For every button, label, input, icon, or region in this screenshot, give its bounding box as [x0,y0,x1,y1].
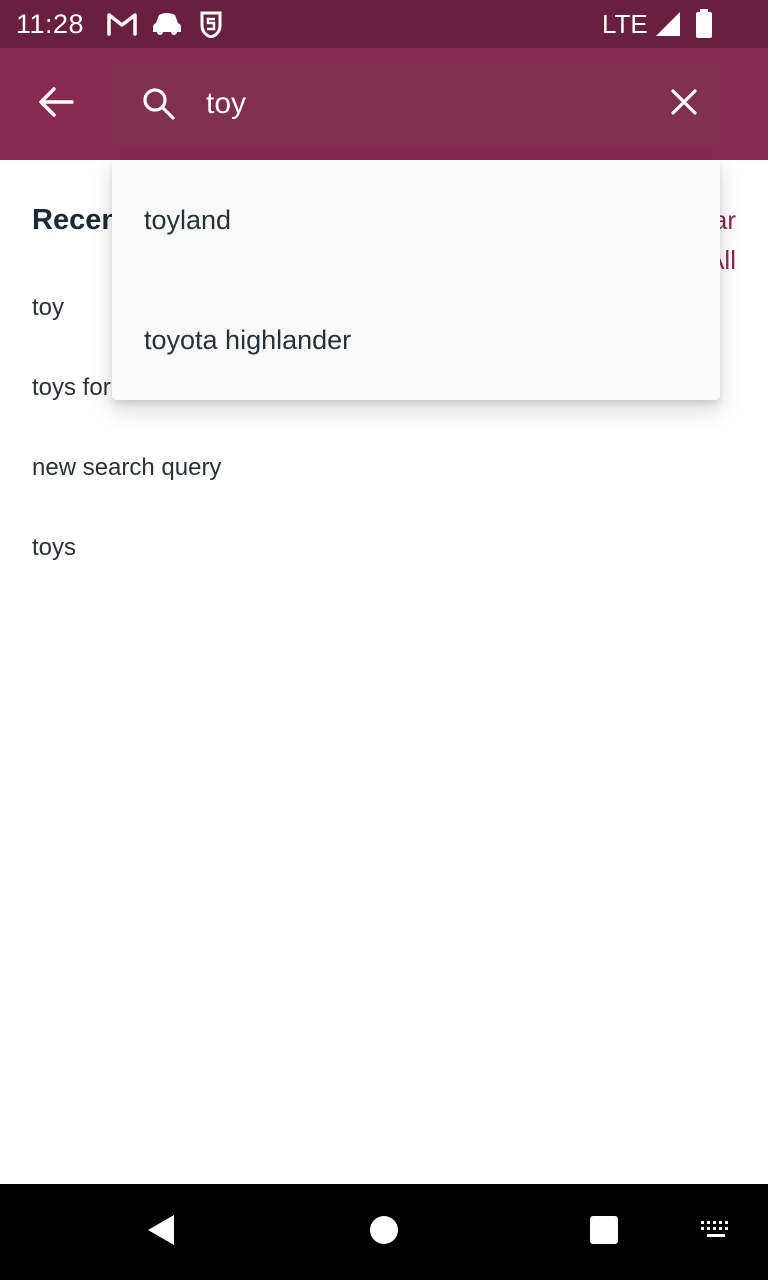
network-type: LTE [602,9,648,39]
clear-search-button[interactable] [660,80,708,128]
suggestion-item[interactable]: toyland [112,160,720,280]
search-suggestions-dropdown: toyland toyota highlander [112,160,720,400]
nav-home-button[interactable] [360,1208,408,1256]
triangle-back-icon [144,1212,180,1253]
circle-home-icon [368,1214,400,1251]
gmail-icon [106,10,137,38]
search-input[interactable] [206,78,636,130]
keyboard-switch-button[interactable] [692,1208,740,1256]
shield-icon [198,10,228,39]
nav-recents-button[interactable] [580,1208,628,1256]
screen: 11:28 LTE toy Recent All toy toys for gi… [0,0,768,1280]
battery-icon [694,8,714,38]
keyboard-icon [700,1219,732,1246]
suggestion-item[interactable]: toyota highlander [112,280,720,400]
car-icon [152,10,182,38]
signal-icon [654,10,684,38]
recent-search-item[interactable]: new search query [32,450,221,486]
recent-search-item[interactable]: toys [32,530,76,566]
status-time: 11:28 [16,9,85,39]
back-button[interactable] [24,72,88,136]
square-recents-icon [588,1214,620,1251]
arrow-left-icon [38,86,74,123]
system-nav-bar [0,1184,768,1280]
close-icon [671,88,697,120]
status-bar: 11:28 LTE [0,0,768,48]
app-bar [0,48,768,160]
recent-search-item[interactable]: toy [32,290,64,326]
search-icon [142,87,176,121]
search-bar[interactable] [112,64,720,144]
nav-back-button[interactable] [138,1208,186,1256]
suggestion-label: toyota highlander [144,325,352,355]
suggestion-label: toyland [144,205,232,235]
